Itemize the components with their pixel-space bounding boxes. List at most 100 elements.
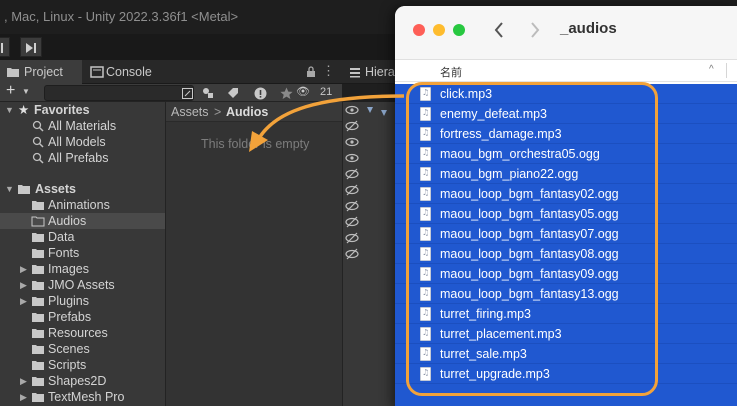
eye-hidden-icon[interactable]	[345, 232, 359, 244]
favorites-item-label: All Models	[48, 135, 106, 149]
empty-folder-message: This folder is empty	[201, 137, 310, 151]
folder-item[interactable]: Animations	[0, 197, 165, 213]
folder-item[interactable]: Prefabs	[0, 309, 165, 325]
eye-hidden-icon[interactable]	[345, 168, 359, 180]
folder-item-label: Audios	[48, 214, 87, 228]
label-tag-icon[interactable]	[224, 85, 242, 101]
step-icon	[26, 43, 36, 53]
chevron-right-icon[interactable]: ▶	[20, 261, 27, 277]
favorites-item[interactable]: All Prefabs	[0, 150, 165, 166]
chevron-right-icon[interactable]: ▶	[20, 277, 27, 293]
file-row[interactable]: maou_loop_bgm_fantasy05.ogg	[395, 204, 737, 224]
folder-item-label: JMO Assets	[48, 278, 115, 292]
folder-item[interactable]: ▶ JMO Assets	[0, 277, 165, 293]
filter-by-type-icon[interactable]	[199, 85, 217, 101]
folder-icon	[32, 281, 44, 290]
eye-hidden-icon[interactable]	[345, 216, 359, 228]
minimize-button[interactable]	[433, 24, 445, 36]
search-by-type-icon[interactable]	[178, 85, 196, 101]
more-menu-icon[interactable]: ⋮	[322, 63, 335, 79]
folder-item[interactable]: Resources	[0, 325, 165, 341]
file-row[interactable]: turret_upgrade.mp3	[395, 364, 737, 384]
assets-root[interactable]: ▼ Assets	[0, 181, 165, 197]
eye-hidden-icon[interactable]	[345, 184, 359, 196]
favorites-item[interactable]: All Models	[0, 134, 165, 150]
eye-icon[interactable]	[345, 136, 359, 148]
folder-item[interactable]: ▶ Images	[0, 261, 165, 277]
file-row[interactable]: enemy_defeat.mp3	[395, 104, 737, 124]
favorites-item[interactable]: All Materials	[0, 118, 165, 134]
breadcrumb-root[interactable]: Assets	[171, 105, 209, 119]
forward-icon[interactable]	[529, 21, 541, 39]
warning-icon[interactable]	[251, 85, 269, 101]
eye-hidden-icon[interactable]	[345, 248, 359, 260]
chevron-down-icon[interactable]: ▼	[5, 181, 14, 197]
folder-item-label: Data	[48, 230, 75, 244]
tab-console-label: Console	[106, 65, 152, 79]
folder-item[interactable]: ▶ Plugins	[0, 293, 165, 309]
close-button[interactable]	[413, 24, 425, 36]
file-row[interactable]: maou_loop_bgm_fantasy09.ogg	[395, 264, 737, 284]
file-row[interactable]: maou_loop_bgm_fantasy08.ogg	[395, 244, 737, 264]
file-name: maou_bgm_orchestra05.ogg	[440, 147, 600, 161]
file-row[interactable]: turret_sale.mp3	[395, 344, 737, 364]
tab-hierarchy[interactable]: Hiera	[343, 60, 403, 84]
column-name[interactable]: 名前	[440, 64, 462, 80]
folder-item[interactable]: Data	[0, 229, 165, 245]
file-row[interactable]: click.mp3	[395, 84, 737, 104]
file-row[interactable]: maou_bgm_piano22.ogg	[395, 164, 737, 184]
file-row[interactable]: maou_loop_bgm_fantasy07.ogg	[395, 224, 737, 244]
chevron-up-icon[interactable]: ^	[709, 64, 714, 75]
audio-file-icon	[420, 227, 431, 241]
file-row[interactable]: fortress_damage.mp3	[395, 124, 737, 144]
assets-label: Assets	[35, 182, 76, 196]
folder-item[interactable]: Scripts	[0, 357, 165, 373]
favorite-star-icon[interactable]	[277, 85, 295, 101]
audio-file-icon	[420, 287, 431, 301]
folder-icon	[32, 361, 44, 370]
folder-item[interactable]: Fonts	[0, 245, 165, 261]
folder-item[interactable]: Scenes	[0, 341, 165, 357]
chevron-right-icon[interactable]: ▶	[20, 389, 27, 405]
visibility-count[interactable]: 👁	[296, 85, 310, 98]
file-row[interactable]: maou_loop_bgm_fantasy13.ogg	[395, 284, 737, 304]
breadcrumb: Assets > Audios	[166, 102, 343, 122]
favorites-header[interactable]: ▼ ★ Favorites	[0, 102, 165, 118]
chevron-right-icon[interactable]: ▶	[20, 373, 27, 389]
zoom-button[interactable]	[453, 24, 465, 36]
eye-icon[interactable]	[345, 104, 359, 116]
column-divider[interactable]	[726, 63, 727, 78]
tab-console[interactable]: Console	[84, 60, 174, 84]
gameobject-icon	[367, 107, 387, 116]
step-button[interactable]	[20, 37, 42, 57]
star-icon: ★	[18, 103, 30, 117]
back-icon[interactable]	[493, 21, 505, 39]
eye-hidden-icon[interactable]	[345, 200, 359, 212]
audio-file-icon	[420, 167, 431, 181]
play-button[interactable]	[0, 37, 10, 57]
chevron-down-icon[interactable]: ▼	[5, 102, 14, 118]
file-name: maou_bgm_piano22.ogg	[440, 167, 579, 181]
folder-item-label: Fonts	[48, 246, 80, 260]
favorites-item-label: All Materials	[48, 119, 117, 133]
chevron-right-icon[interactable]: ▶	[20, 293, 27, 309]
folder-item[interactable]: Audios	[0, 213, 165, 229]
add-button[interactable]: +	[6, 82, 15, 100]
file-row[interactable]: turret_firing.mp3	[395, 304, 737, 324]
lock-icon[interactable]	[306, 66, 316, 78]
tab-project[interactable]: Project	[0, 60, 82, 84]
eye-icon[interactable]	[345, 152, 359, 164]
search-input[interactable]	[44, 85, 194, 101]
folder-item[interactable]: ▶ TextMesh Pro	[0, 389, 165, 405]
chevron-down-icon[interactable]: ▼	[22, 87, 30, 96]
file-name: maou_loop_bgm_fantasy02.ogg	[440, 187, 619, 201]
file-row[interactable]: maou_loop_bgm_fantasy02.ogg	[395, 184, 737, 204]
folder-icon	[32, 329, 44, 338]
folder-item[interactable]: ▶ Shapes2D	[0, 373, 165, 389]
file-row[interactable]: maou_bgm_orchestra05.ogg	[395, 144, 737, 164]
breadcrumb-current: Audios	[226, 105, 269, 119]
console-icon	[90, 66, 104, 78]
file-row[interactable]: turret_placement.mp3	[395, 324, 737, 344]
column-header: 名前 ^	[395, 60, 737, 82]
eye-hidden-icon[interactable]	[345, 120, 359, 132]
